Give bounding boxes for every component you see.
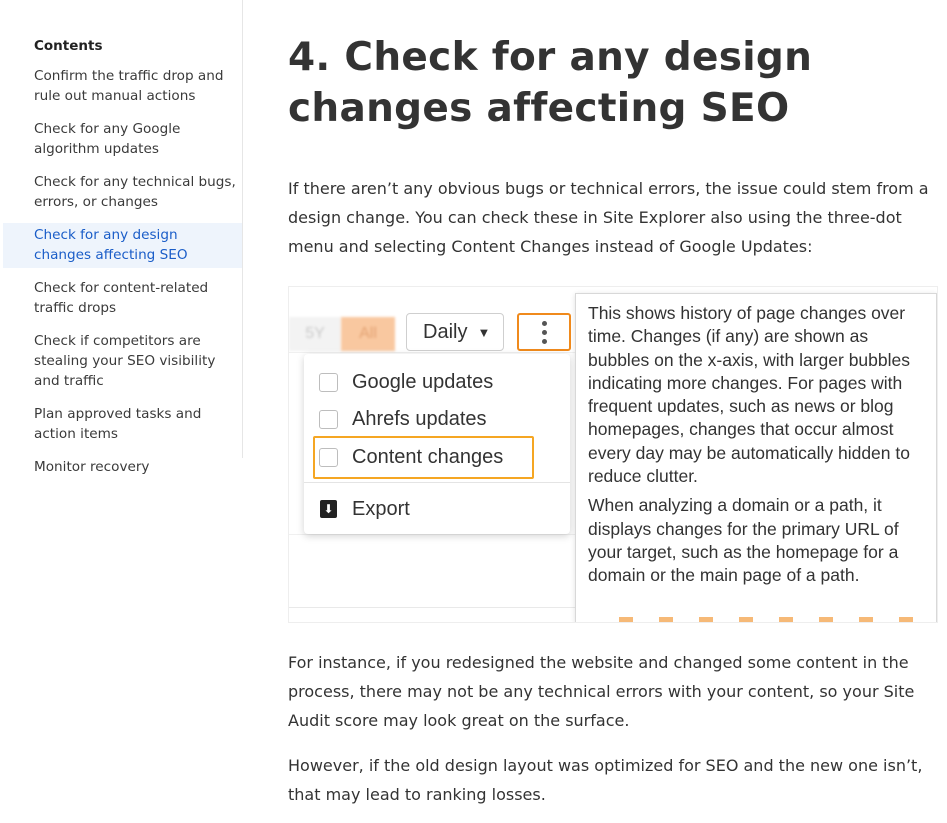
granularity-label: Daily [423, 320, 468, 343]
caret-down-icon: ▼ [477, 324, 491, 340]
range-all-button[interactable]: All [341, 317, 395, 351]
chart-bubbles-strip [619, 617, 929, 622]
toc-item-google-updates[interactable]: Check for any Google algorithm updates [3, 117, 242, 162]
section-heading: 4. Check for any design changes affectin… [288, 35, 813, 131]
site-explorer-screenshot: 5Y All Daily ▼ Google updates Ahrefs upd… [288, 286, 938, 623]
granularity-dropdown[interactable]: Daily ▼ [406, 313, 504, 351]
table-of-contents: Contents Confirm the traffic drop and ru… [0, 0, 243, 475]
download-icon: ⬇ [320, 500, 337, 518]
content-changes-tooltip: This shows history of page changes over … [575, 293, 937, 622]
menu-item-google-updates[interactable]: Google updates [304, 364, 570, 400]
menu-item-ahrefs-updates[interactable]: Ahrefs updates [304, 401, 570, 437]
three-dot-vertical-icon [541, 320, 547, 344]
menu-item-label: Google updates [352, 370, 494, 393]
toc-item-plan-tasks[interactable]: Plan approved tasks and action items [3, 402, 242, 447]
toc-item-content-drops[interactable]: Check for content-related traffic drops [3, 276, 242, 321]
checkbox[interactable] [319, 409, 338, 429]
export-label: Export [352, 497, 410, 520]
tooltip-paragraph: When analyzing a domain or a path, it di… [588, 495, 899, 586]
paragraph-ranking-losses: However, if the old design layout was op… [288, 756, 923, 804]
menu-divider [304, 482, 570, 483]
toc-item-design-changes[interactable]: Check for any design changes affecting S… [3, 223, 242, 268]
toc-heading: Contents [34, 38, 103, 54]
menu-item-export[interactable]: ⬇ Export [304, 491, 570, 527]
toc-item-monitor-recovery[interactable]: Monitor recovery [3, 455, 242, 480]
toc-list: Confirm the traffic drop and rule out ma… [3, 64, 242, 488]
toc-item-confirm-traffic-drop[interactable]: Confirm the traffic drop and rule out ma… [3, 64, 242, 109]
paragraph-redesign: For instance, if you redesigned the webs… [288, 653, 915, 730]
more-options-button[interactable] [517, 313, 571, 351]
range-5y-button[interactable]: 5Y [289, 317, 341, 351]
checkbox[interactable] [319, 372, 338, 392]
toc-item-technical-bugs[interactable]: Check for any technical bugs, errors, or… [3, 170, 242, 215]
options-menu: Google updates Ahrefs updates Content ch… [304, 354, 570, 534]
menu-item-label: Ahrefs updates [352, 407, 487, 430]
tooltip-paragraph: This shows history of page changes over … [588, 303, 910, 487]
content-changes-highlight-box [313, 436, 534, 479]
toc-item-competitors[interactable]: Check if competitors are stealing your S… [3, 329, 242, 394]
paragraph-intro: If there aren’t any obvious bugs or tech… [288, 179, 929, 256]
